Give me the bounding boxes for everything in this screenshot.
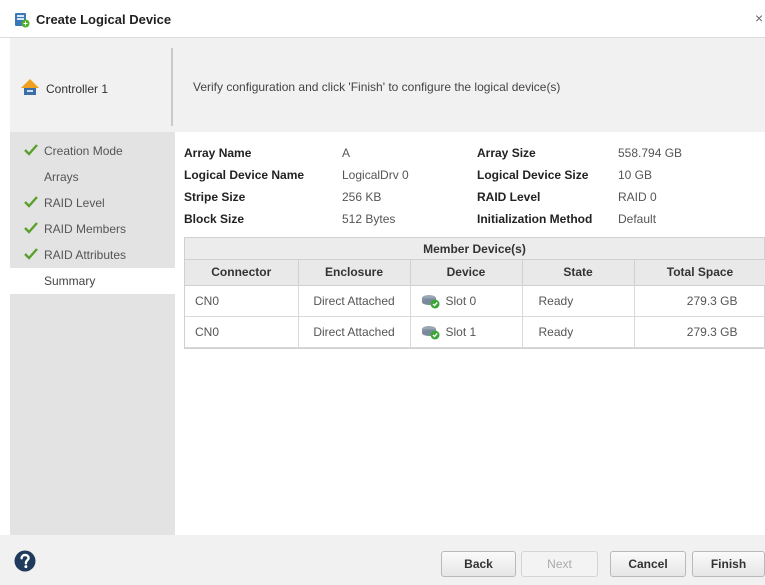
step-label: RAID Members (44, 222, 127, 236)
cell-state: Ready (522, 316, 635, 348)
back-button[interactable]: Back (441, 551, 516, 577)
array-name-value: A (342, 146, 351, 160)
step-raid-members[interactable]: RAID Members (10, 216, 175, 242)
controller-icon (21, 79, 39, 95)
block-size-label: Block Size (184, 212, 245, 226)
dialog-titlebar: Create Logical Device × (0, 0, 765, 38)
instruction-message: Verify configuration and click 'Finish' … (193, 80, 561, 94)
step-label: RAID Attributes (44, 248, 127, 262)
step-label: Arrays (44, 170, 79, 184)
array-name-label: Array Name (184, 146, 252, 160)
device-slot-label: Slot 1 (445, 324, 477, 339)
checkmark-icon (24, 196, 38, 208)
init-method-value: Default (618, 212, 657, 226)
logical-device-size-value: 10 GB (618, 168, 653, 182)
logical-device-name-label: Logical Device Name (184, 168, 305, 182)
array-size-label: Array Size (477, 146, 536, 160)
array-size-value: 558.794 GB (618, 146, 683, 160)
cell-connector: CN0 (185, 316, 299, 348)
logical-device-name-value: LogicalDrv 0 (342, 168, 409, 182)
step-label: RAID Level (44, 196, 105, 210)
cell-enclosure: Direct Attached (298, 285, 411, 317)
step-raid-attributes[interactable]: RAID Attributes (10, 242, 175, 268)
checkmark-icon (24, 222, 38, 234)
finish-button[interactable]: Finish (692, 551, 765, 577)
cell-device: Slot 1 (410, 316, 523, 348)
close-button[interactable]: × (755, 10, 765, 26)
dialog-title: Create Logical Device (36, 12, 172, 27)
checkmark-icon (24, 144, 38, 156)
dialog-footer: Back Next Cancel Finish (0, 535, 765, 585)
cell-connector: CN0 (185, 285, 299, 317)
cell-enclosure: Direct Attached (298, 316, 411, 348)
cell-device: Slot 0 (410, 285, 523, 317)
device-slot-label: Slot 0 (445, 293, 477, 308)
next-button[interactable]: Next (521, 551, 598, 577)
block-size-value: 512 Bytes (342, 212, 396, 226)
member-devices-title: Member Device(s) (185, 238, 764, 260)
col-total-space[interactable]: Total Space (634, 260, 765, 286)
disk-ok-icon (421, 294, 439, 308)
init-method-label: Initialization Method (477, 212, 593, 226)
member-devices-table: Connector Enclosure Device State Total S… (185, 260, 765, 348)
step-label: Creation Mode (44, 144, 123, 158)
help-icon[interactable] (14, 550, 36, 572)
col-enclosure[interactable]: Enclosure (298, 260, 411, 286)
table-row[interactable]: CN0 Direct Attached Slot 1 Ready 279.3 G… (185, 316, 765, 348)
raid-level-label: RAID Level (477, 190, 541, 204)
checkmark-icon (24, 248, 38, 260)
table-row[interactable]: CN0 Direct Attached Slot 0 Ready 279.3 G… (185, 285, 765, 317)
cell-total-space: 279.3 GB (634, 316, 765, 348)
header-divider (171, 48, 173, 126)
stripe-size-label: Stripe Size (184, 190, 246, 204)
step-arrays[interactable]: Arrays (10, 164, 175, 190)
step-label: Summary (44, 274, 96, 288)
stripe-size-value: 256 KB (342, 190, 382, 204)
step-raid-level[interactable]: RAID Level (10, 190, 175, 216)
cancel-button[interactable]: Cancel (610, 551, 686, 577)
col-device[interactable]: Device (410, 260, 523, 286)
step-creation-mode[interactable]: Creation Mode (10, 138, 175, 164)
cell-state: Ready (522, 285, 635, 317)
member-devices-panel: Member Device(s) Connector Enclosure Dev… (184, 237, 765, 349)
step-summary[interactable]: Summary (10, 268, 175, 294)
table-header-row: Connector Enclosure Device State Total S… (185, 260, 765, 286)
dialog-header: Controller 1 Verify configuration and cl… (10, 38, 765, 132)
logical-device-size-label: Logical Device Size (477, 168, 589, 182)
controller-label[interactable]: Controller 1 (46, 82, 108, 96)
create-logical-device-icon (15, 13, 30, 28)
wizard-steps: Creation Mode Arrays RAID Level RAID Mem… (10, 132, 175, 535)
col-connector[interactable]: Connector (185, 260, 299, 286)
disk-ok-icon (421, 325, 439, 339)
raid-level-value: RAID 0 (618, 190, 657, 204)
cell-total-space: 279.3 GB (634, 285, 765, 317)
col-state[interactable]: State (522, 260, 635, 286)
